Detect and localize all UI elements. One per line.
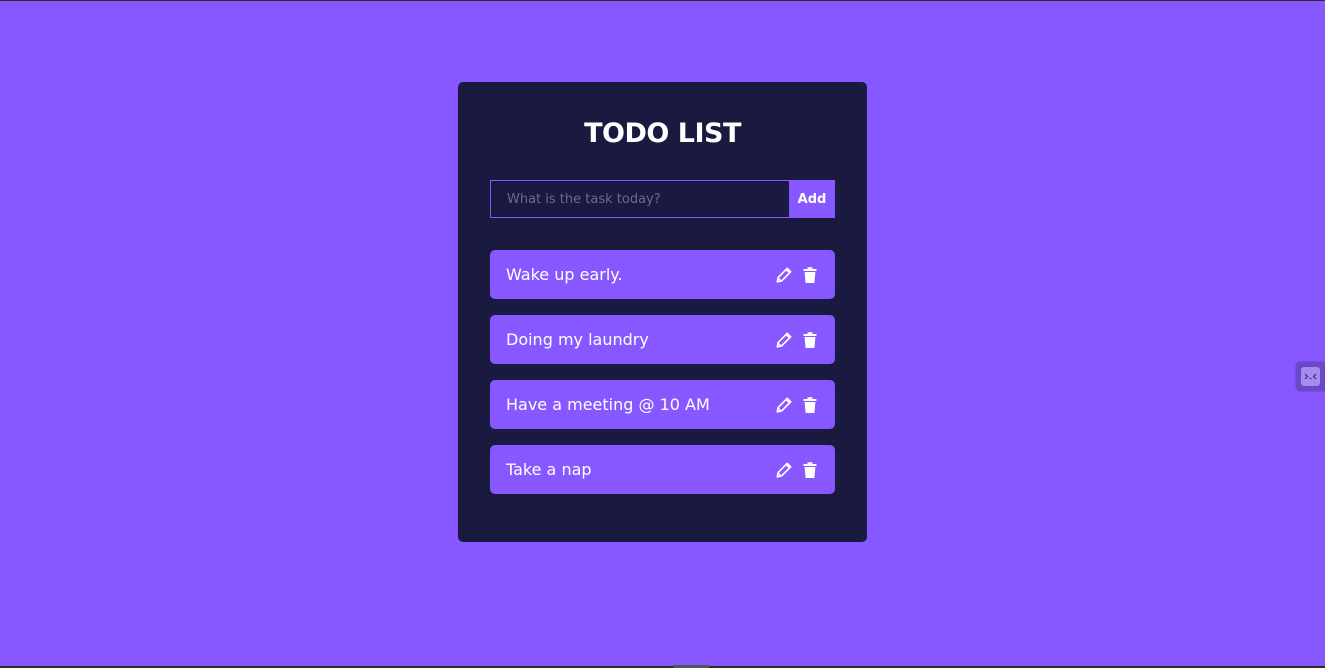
trash-icon[interactable] [803, 266, 819, 283]
todo-actions [776, 461, 819, 478]
todo-text[interactable]: Doing my laundry [506, 330, 649, 349]
todo-item[interactable]: Have a meeting @ 10 AM [490, 380, 835, 429]
todo-item[interactable]: Doing my laundry [490, 315, 835, 364]
todo-item[interactable]: Take a nap [490, 445, 835, 494]
todo-text[interactable]: Have a meeting @ 10 AM [506, 395, 710, 414]
todo-actions [776, 396, 819, 413]
pencil-icon[interactable] [776, 462, 792, 478]
task-input[interactable] [490, 180, 789, 218]
trash-icon[interactable] [803, 331, 819, 348]
trash-icon[interactable] [803, 396, 819, 413]
todo-form: Add [490, 180, 835, 218]
todo-actions [776, 266, 819, 283]
todo-text[interactable]: Wake up early. [506, 265, 623, 284]
todo-actions [776, 331, 819, 348]
trash-icon[interactable] [803, 461, 819, 478]
todo-text[interactable]: Take a nap [506, 460, 592, 479]
pencil-icon[interactable] [776, 332, 792, 348]
todo-item[interactable]: Wake up early. [490, 250, 835, 299]
pencil-icon[interactable] [776, 397, 792, 413]
extension-icon [1301, 367, 1320, 386]
todo-card: TODO LIST Add Wake up early. Doing my la… [458, 82, 867, 542]
todo-list: Wake up early. Doing my laundry Have a m… [490, 250, 835, 494]
pencil-icon[interactable] [776, 267, 792, 283]
extension-widget[interactable] [1296, 362, 1325, 391]
page-title: TODO LIST [584, 118, 741, 149]
add-task-button[interactable]: Add [789, 180, 835, 218]
